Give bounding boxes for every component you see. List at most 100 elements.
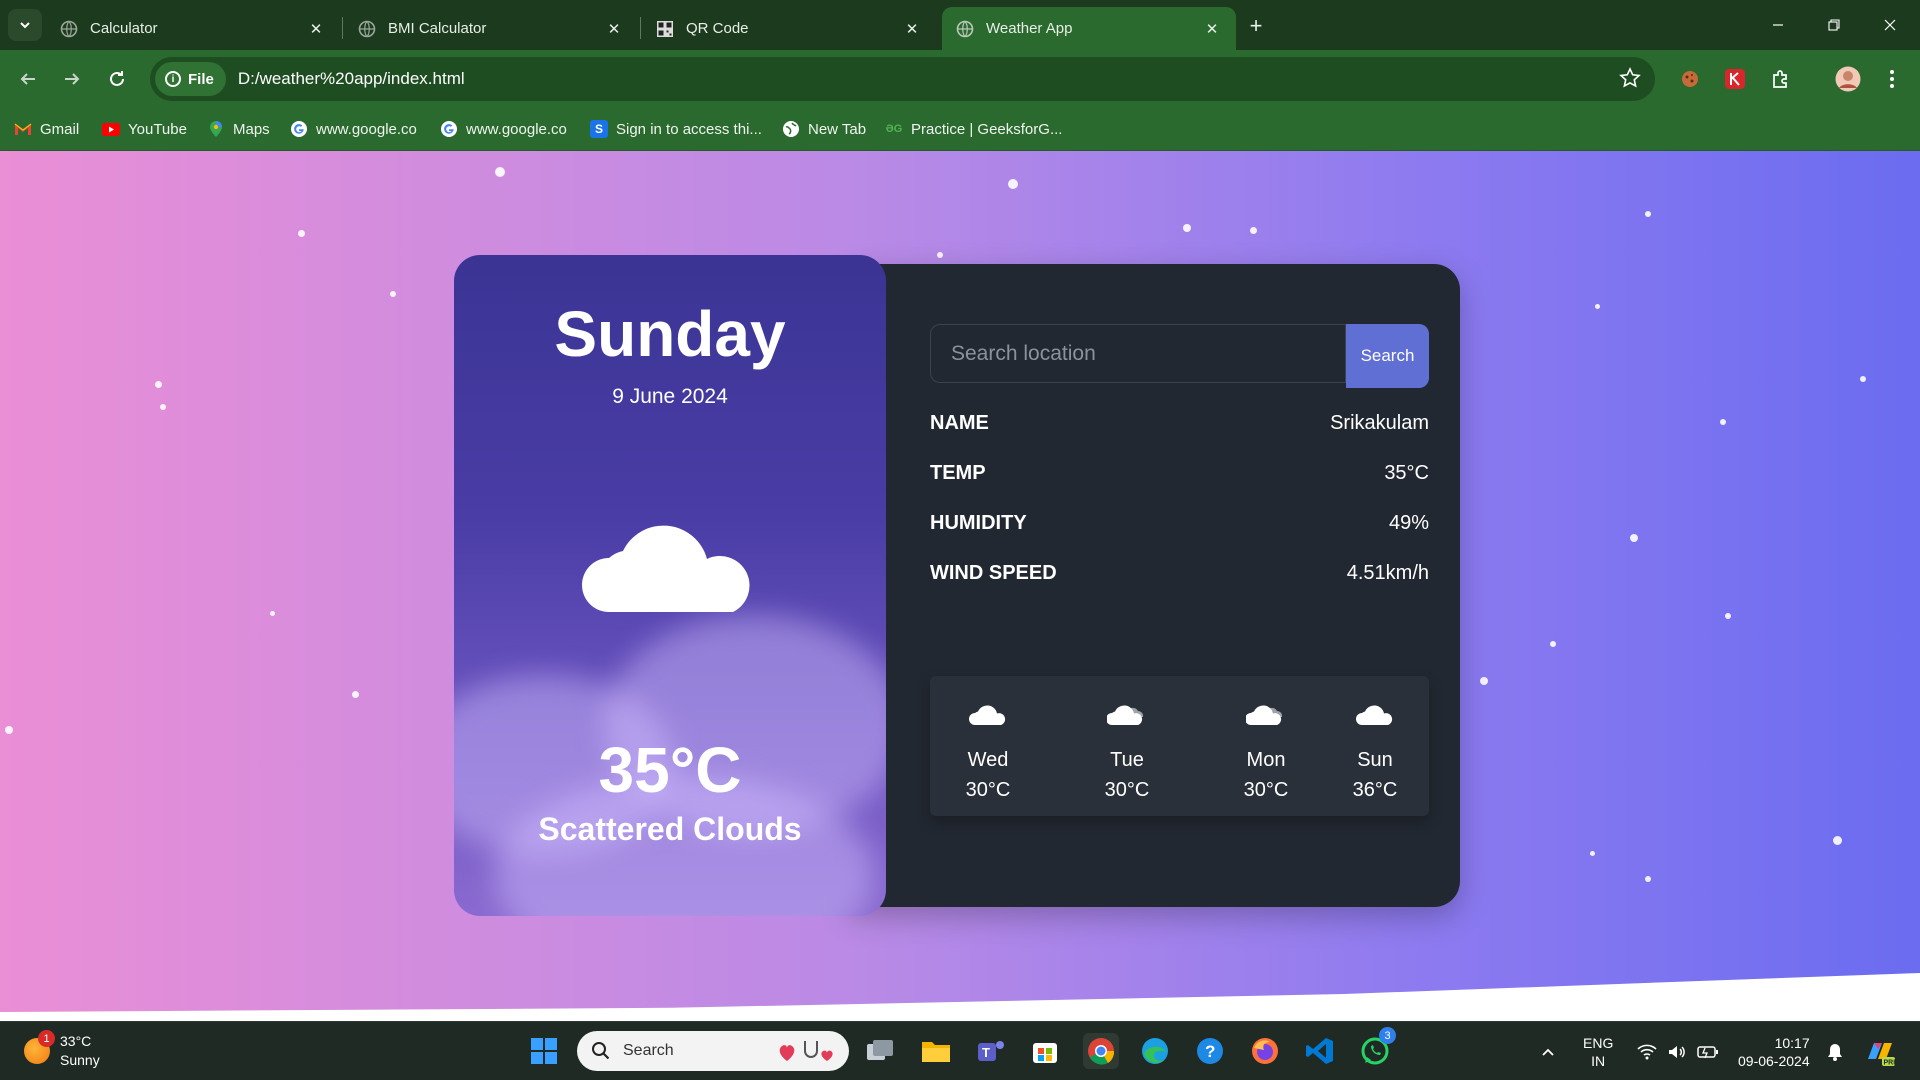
- bookmark-sign-in[interactable]: S Sign in to access thi...: [590, 116, 762, 142]
- firefox-button[interactable]: [1247, 1033, 1283, 1069]
- folder-icon: [922, 1042, 950, 1062]
- bookmark-star-icon[interactable]: [1619, 67, 1641, 94]
- menu-button[interactable]: [1876, 63, 1908, 95]
- forecast-day-label: Mon: [1246, 749, 1286, 771]
- wifi-icon: [1637, 1044, 1657, 1059]
- search-location-input[interactable]: Search location: [930, 324, 1346, 383]
- tab-weather-app[interactable]: Weather App ✕: [942, 7, 1236, 50]
- snowflake: [160, 404, 166, 410]
- clouds-icon: [1246, 705, 1283, 725]
- cloud-icon: [582, 525, 750, 612]
- back-button[interactable]: [12, 63, 44, 95]
- profile-button[interactable]: [1832, 63, 1864, 95]
- help-button[interactable]: ?: [1192, 1033, 1228, 1069]
- cloud-icon: [1356, 705, 1393, 725]
- tab-title: Weather App: [986, 20, 1073, 37]
- bookmark-label: Practice | GeeksforG...: [911, 120, 1063, 138]
- weather-app-page: Sunday 9 June 2024 35°C Scattered Clouds…: [0, 151, 1920, 1021]
- extension-cookie-button[interactable]: [1674, 63, 1706, 95]
- close-icon[interactable]: ✕: [604, 19, 624, 39]
- notification-badge: 3: [1379, 1027, 1396, 1044]
- bookmark-label: Maps: [233, 120, 270, 138]
- url-text[interactable]: D:/weather%20app/index.html: [238, 69, 465, 89]
- bookmark-label: Sign in to access thi...: [616, 120, 762, 138]
- minimize-icon: [1773, 24, 1783, 26]
- detail-row-name: NAME Srikakulam: [930, 408, 1429, 438]
- gfg-icon: ƏG: [885, 123, 903, 135]
- extension-k-button[interactable]: [1719, 63, 1751, 95]
- forecast-day-tue: Tue 30°C: [1072, 676, 1182, 816]
- new-tab-button[interactable]: +: [1242, 12, 1270, 40]
- bookmark-youtube[interactable]: YouTube: [102, 116, 187, 142]
- file-explorer-button[interactable]: [918, 1033, 954, 1069]
- bookmark-google-2[interactable]: www.google.co: [440, 116, 567, 142]
- snowflake: [1590, 851, 1595, 856]
- arrow-right-icon: [65, 73, 80, 85]
- tab-search-button[interactable]: [8, 9, 42, 41]
- edge-icon: [1142, 1038, 1168, 1064]
- snowflake: [5, 726, 13, 734]
- snowflake: [1480, 677, 1488, 685]
- minimize-button[interactable]: [1750, 0, 1806, 50]
- detail-row-humidity: HUMIDITY 49%: [930, 508, 1429, 538]
- bookmark-google-1[interactable]: www.google.co: [290, 116, 417, 142]
- current-date: 9 June 2024: [612, 385, 728, 408]
- forward-button[interactable]: [56, 63, 88, 95]
- detail-label: TEMP: [930, 461, 986, 484]
- address-bar[interactable]: i File D:/weather%20app/index.html: [150, 57, 1655, 101]
- microsoft-store-button[interactable]: [1027, 1033, 1063, 1069]
- google-icon: [440, 120, 458, 138]
- search-button[interactable]: Search: [1346, 324, 1429, 388]
- close-icon[interactable]: ✕: [902, 19, 922, 39]
- windows-icon: [531, 1038, 557, 1064]
- reload-button[interactable]: [101, 63, 133, 95]
- svg-text:T: T: [982, 1045, 990, 1060]
- restore-button[interactable]: [1806, 0, 1862, 50]
- svg-text:PRE: PRE: [1884, 1059, 1897, 1066]
- detail-label: WIND SPEED: [930, 561, 1057, 584]
- plus-icon: +: [1249, 13, 1263, 38]
- bookmark-maps[interactable]: Maps: [207, 116, 270, 142]
- taskbar-search-box[interactable]: Search: [577, 1031, 849, 1071]
- close-icon[interactable]: ✕: [1202, 19, 1222, 39]
- teams-icon: T: [978, 1041, 1004, 1061]
- detail-label: NAME: [930, 411, 989, 434]
- qr-icon: [656, 20, 674, 38]
- site-info-chip[interactable]: i File: [155, 62, 226, 96]
- chrome-button[interactable]: [1083, 1033, 1119, 1069]
- bookmarks-bar: Gmail YouTube Maps www.google.co www.goo…: [0, 108, 1920, 151]
- vscode-button[interactable]: [1302, 1033, 1338, 1069]
- window-close-button[interactable]: [1862, 0, 1918, 50]
- copilot-button[interactable]: PRE: [1864, 1022, 1896, 1080]
- tab-separator: [640, 17, 641, 39]
- taskbar-weather-widget[interactable]: 1 33°C Sunny: [24, 1030, 100, 1070]
- quick-settings-button[interactable]: [1637, 1022, 1719, 1080]
- clock-time: 10:17: [1774, 1034, 1810, 1051]
- forecast-temp: 30°C: [1243, 779, 1289, 801]
- more-vert-icon: [1890, 70, 1894, 88]
- detail-value: 4.51km/h: [1346, 561, 1429, 584]
- language-indicator[interactable]: ENG IN: [1583, 1022, 1613, 1080]
- start-button[interactable]: [526, 1033, 562, 1069]
- clouds-icon: [1107, 705, 1144, 725]
- close-icon[interactable]: ✕: [306, 19, 326, 39]
- teams-button[interactable]: T: [973, 1033, 1009, 1069]
- bookmark-gmail[interactable]: Gmail: [14, 116, 79, 142]
- clock[interactable]: 10:17 09-06-2024: [1738, 1022, 1810, 1080]
- globe-icon: [782, 120, 800, 138]
- bookmark-geeksforgeeks[interactable]: ƏG Practice | GeeksforG...: [885, 116, 1063, 142]
- tab-bmi-calculator[interactable]: BMI Calculator ✕: [344, 7, 638, 50]
- task-view-button[interactable]: [862, 1033, 898, 1069]
- show-hidden-icons-button[interactable]: [1540, 1022, 1556, 1080]
- globe-icon: [956, 20, 974, 38]
- bookmark-new-tab[interactable]: New Tab: [782, 116, 866, 142]
- tab-calculator[interactable]: Calculator ✕: [46, 7, 340, 50]
- current-temperature: 35°C: [598, 734, 742, 806]
- notifications-button[interactable]: [1826, 1022, 1844, 1080]
- tab-qr-code[interactable]: QR Code ✕: [642, 7, 936, 50]
- whatsapp-button[interactable]: 3: [1357, 1027, 1396, 1069]
- globe-icon: [358, 20, 376, 38]
- edge-button[interactable]: [1137, 1033, 1173, 1069]
- puzzle-icon: [1773, 70, 1787, 88]
- extensions-button[interactable]: [1765, 63, 1797, 95]
